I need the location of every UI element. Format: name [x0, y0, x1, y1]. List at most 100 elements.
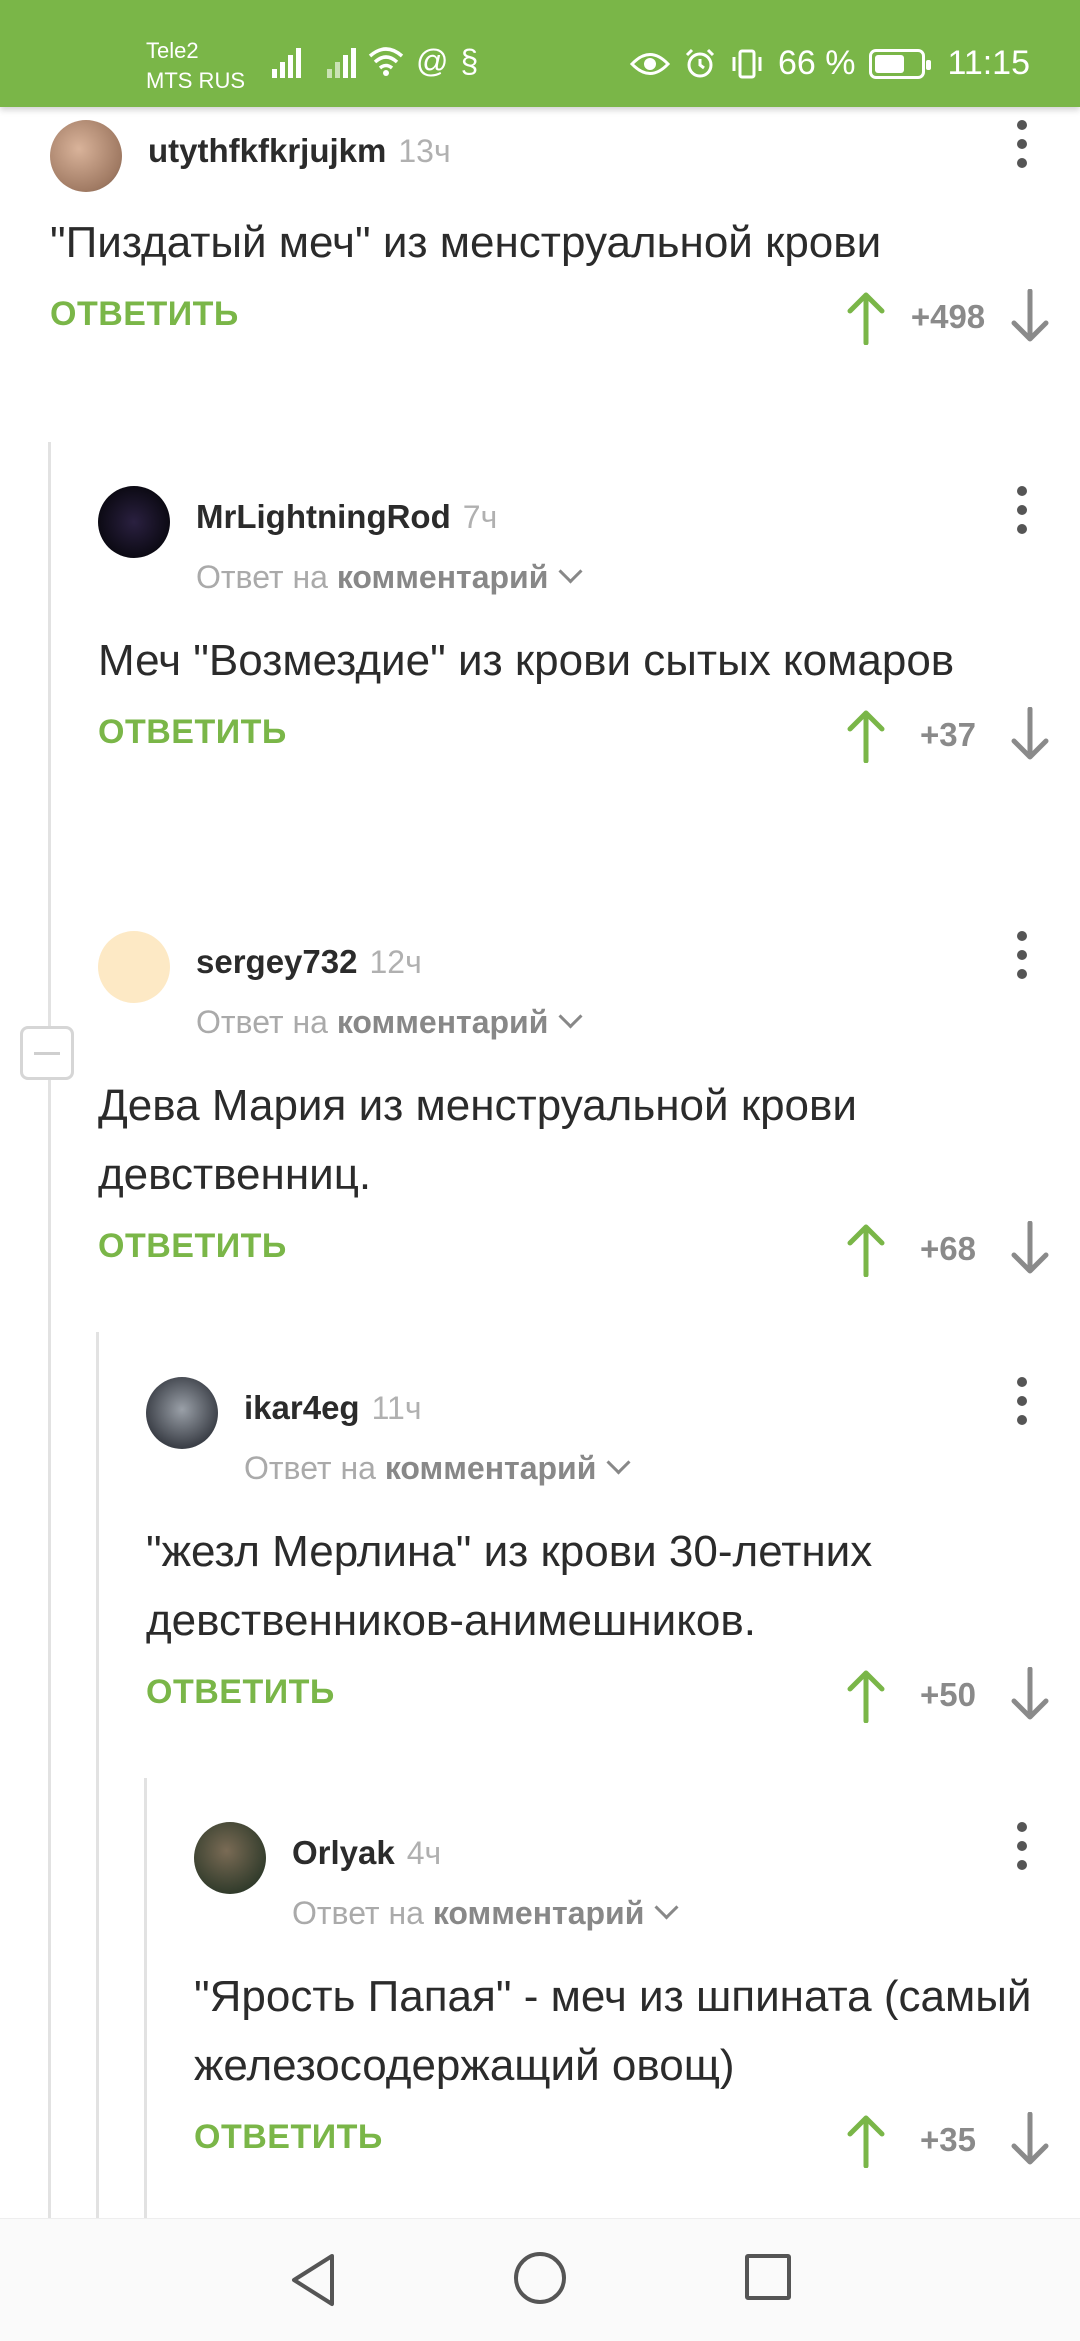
clock: 11:15	[947, 44, 1030, 82]
more-options-icon[interactable]	[1012, 120, 1032, 168]
vote-controls: +35	[846, 2112, 1050, 2168]
wifi-icon	[368, 47, 404, 76]
more-options-icon[interactable]	[1012, 1377, 1032, 1425]
score: +50	[920, 1676, 976, 1713]
avatar[interactable]	[98, 486, 170, 558]
upvote-icon[interactable]	[846, 289, 886, 345]
score: +498	[910, 298, 986, 335]
comment: MrLightningRod 7ч Ответ на комментарий Ме…	[98, 486, 1080, 767]
comment-footer: ОТВЕТИТЬ +37	[98, 707, 1080, 767]
comment-text: "Пиздатый меч" из менструальной крови	[50, 218, 882, 267]
comment-text: Меч "Возмездие" из крови сытых комаров	[98, 636, 955, 685]
reply-to-prefix: Ответ на	[292, 1895, 424, 1931]
carrier-2: MTS RUS	[146, 68, 245, 93]
comment-text: "Ярость Папая" - меч из шпината (самый ж…	[194, 1972, 1032, 2090]
comment: utythfkfkrjujkm 13ч "Пиздатый меч" из мен…	[50, 120, 1080, 349]
chevron-down-icon	[558, 1004, 583, 1029]
alarm-icon	[685, 48, 714, 77]
back-icon[interactable]	[288, 2252, 338, 2308]
reply-to-link[interactable]: Ответ на комментарий	[196, 559, 583, 596]
avatar[interactable]	[146, 1377, 218, 1449]
reply-to-target: комментарий	[432, 1895, 645, 1931]
thread-line-2[interactable]	[96, 1332, 99, 2218]
reply-button[interactable]: ОТВЕТИТЬ	[98, 1227, 287, 1266]
downvote-icon[interactable]	[1010, 2112, 1050, 2168]
comment-header: sergey732 12ч Ответ на комментарий	[98, 931, 1080, 1061]
comment: ikar4eg 11ч Ответ на комментарий "жезл Ме…	[146, 1377, 1080, 1727]
reply-button[interactable]: ОТВЕТИТЬ	[146, 1673, 335, 1712]
author-name[interactable]: MrLightningRod	[196, 498, 451, 535]
chevron-down-icon	[606, 1450, 631, 1475]
system-nav-bar	[0, 2218, 1080, 2341]
upvote-icon[interactable]	[846, 2112, 886, 2168]
at-icon: @	[416, 43, 449, 79]
downvote-icon[interactable]	[1010, 289, 1050, 345]
more-options-icon[interactable]	[1012, 931, 1032, 979]
vote-controls: +50	[846, 1667, 1050, 1723]
vote-controls: +68	[846, 1221, 1050, 1277]
collapse-thread-button[interactable]	[20, 1026, 74, 1080]
signal-2-icon	[327, 44, 356, 78]
comment-time: 12ч	[369, 944, 422, 980]
reply-to-link[interactable]: Ответ на комментарий	[244, 1450, 631, 1487]
author-name[interactable]: Orlyak	[292, 1834, 395, 1871]
avatar[interactable]	[98, 931, 170, 1003]
author-name[interactable]: ikar4eg	[244, 1389, 360, 1426]
more-options-icon[interactable]	[1012, 1822, 1032, 1870]
reply-button[interactable]: ОТВЕТИТЬ	[50, 295, 239, 334]
reply-to-prefix: Ответ на	[196, 1004, 328, 1040]
comment-footer: ОТВЕТИТЬ +68	[98, 1221, 1080, 1281]
more-options-icon[interactable]	[1012, 486, 1032, 534]
reply-to-link[interactable]: Ответ на комментарий	[196, 1004, 583, 1041]
reply-button[interactable]: ОТВЕТИТЬ	[98, 713, 287, 752]
comment-footer: ОТВЕТИТЬ +50	[146, 1667, 1080, 1727]
battery-percent: 66 %	[777, 44, 856, 82]
author-name[interactable]: sergey732	[196, 943, 357, 980]
status-bar: Tele2 MTS RUS @ § 66 % 11:15	[0, 0, 1080, 107]
comment-header: utythfkfkrjujkm 13ч	[50, 120, 1080, 200]
upvote-icon[interactable]	[846, 1221, 886, 1277]
avatar[interactable]	[194, 1822, 266, 1894]
upvote-icon[interactable]	[846, 1667, 886, 1723]
comment-time: 11ч	[371, 1390, 422, 1426]
reply-to-target: комментарий	[336, 559, 549, 595]
author-name[interactable]: utythfkfkrjujkm	[148, 132, 386, 169]
comment-header: Orlyak 4ч Ответ на комментарий	[194, 1822, 1080, 1952]
reply-to-prefix: Ответ на	[244, 1450, 376, 1486]
comment-text: Дева Мария из менструальной крови девств…	[98, 1081, 857, 1199]
chevron-down-icon	[558, 559, 583, 584]
comment-time: 7ч	[462, 499, 498, 535]
battery-icon	[869, 48, 932, 79]
home-icon[interactable]	[514, 2252, 566, 2304]
avatar[interactable]	[50, 120, 122, 192]
vote-controls: +498	[846, 289, 1050, 345]
downvote-icon[interactable]	[1010, 707, 1050, 763]
comment-time: 13ч	[398, 133, 451, 169]
score: +68	[920, 1230, 976, 1267]
downvote-icon[interactable]	[1010, 1667, 1050, 1723]
score: +35	[920, 2121, 976, 2158]
upvote-icon[interactable]	[846, 707, 886, 763]
chevron-down-icon	[654, 1895, 679, 1920]
reply-to-prefix: Ответ на	[196, 559, 328, 595]
comment-footer: ОТВЕТИТЬ +35	[194, 2112, 1080, 2172]
vibrate-icon	[732, 49, 762, 78]
recents-icon[interactable]	[745, 2254, 791, 2300]
carrier-info: Tele2 MTS RUS	[146, 36, 245, 96]
downvote-icon[interactable]	[1010, 1221, 1050, 1277]
status-right: 66 % 11:15	[629, 44, 1030, 83]
reply-to-link[interactable]: Ответ на комментарий	[292, 1895, 679, 1932]
score: +37	[920, 716, 976, 753]
comment-header: MrLightningRod 7ч Ответ на комментарий	[98, 486, 1080, 616]
reply-button[interactable]: ОТВЕТИТЬ	[194, 2118, 383, 2157]
eye-icon	[629, 52, 670, 75]
vote-controls: +37	[846, 707, 1050, 763]
thread-line-3[interactable]	[144, 1778, 147, 2218]
status-left-icons: @ §	[272, 44, 478, 78]
carrier-1: Tele2	[146, 38, 199, 63]
comment-time: 4ч	[406, 1835, 442, 1871]
reply-to-target: комментарий	[336, 1004, 549, 1040]
comment: sergey732 12ч Ответ на комментарий Дева М…	[98, 931, 1080, 1281]
thread-line-1[interactable]	[48, 442, 51, 2218]
comment: Orlyak 4ч Ответ на комментарий "Ярость Па…	[194, 1822, 1080, 2172]
